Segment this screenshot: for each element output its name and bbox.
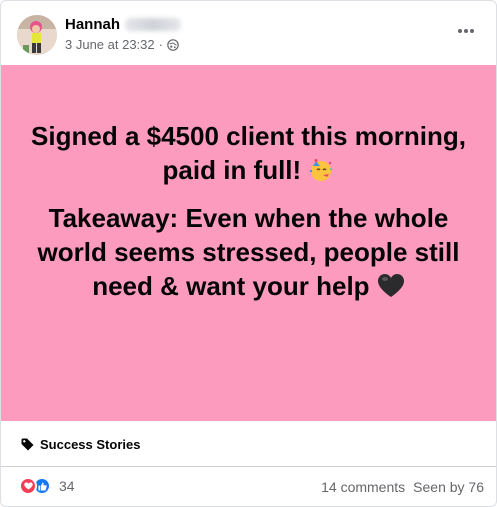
- post-text: Signed a $4500 client this morning, paid…: [31, 119, 466, 303]
- author-row: Hannah: [65, 15, 182, 33]
- author-name[interactable]: Hannah: [65, 16, 120, 33]
- paragraph-1-text: Signed a $4500 client this morning, paid…: [31, 121, 466, 185]
- post-header: Hannah 3 June at 23:32 ·: [1, 1, 496, 65]
- avatar-photo: [17, 15, 57, 55]
- partying-face-emoji: [310, 159, 333, 181]
- seen-by-count[interactable]: Seen by 76: [413, 479, 484, 495]
- post-footer: 34 14 comments Seen by 76: [1, 467, 496, 506]
- reactions-summary[interactable]: 34: [19, 477, 75, 495]
- blurred-surname: [125, 17, 182, 31]
- love-reaction-icon: [19, 477, 37, 495]
- topic-row: Success Stories: [1, 422, 496, 466]
- post-meta: 3 June at 23:32 ·: [65, 37, 179, 52]
- black-heart-emoji: [377, 274, 404, 297]
- post-paragraph-2: Takeaway: Even when the whole world seem…: [31, 201, 466, 303]
- post-paragraph-1: Signed a $4500 client this morning, paid…: [31, 119, 466, 187]
- globe-icon[interactable]: [167, 38, 179, 51]
- topic-tag[interactable]: Success Stories: [21, 437, 140, 452]
- post-card: Hannah 3 June at 23:32 · Signed a $4500 …: [0, 0, 497, 507]
- post-timestamp[interactable]: 3 June at 23:32: [65, 37, 155, 52]
- author-avatar[interactable]: [17, 15, 57, 55]
- topic-label: Success Stories: [40, 436, 141, 452]
- meta-separator: ·: [158, 37, 163, 52]
- tag-icon: [21, 438, 34, 450]
- reaction-count: 34: [59, 478, 75, 494]
- post-background: Signed a $4500 client this morning, paid…: [1, 65, 496, 421]
- post-stats: 14 comments Seen by 76: [313, 479, 484, 495]
- more-options-icon[interactable]: [454, 21, 478, 41]
- comments-count[interactable]: 14 comments: [321, 479, 405, 495]
